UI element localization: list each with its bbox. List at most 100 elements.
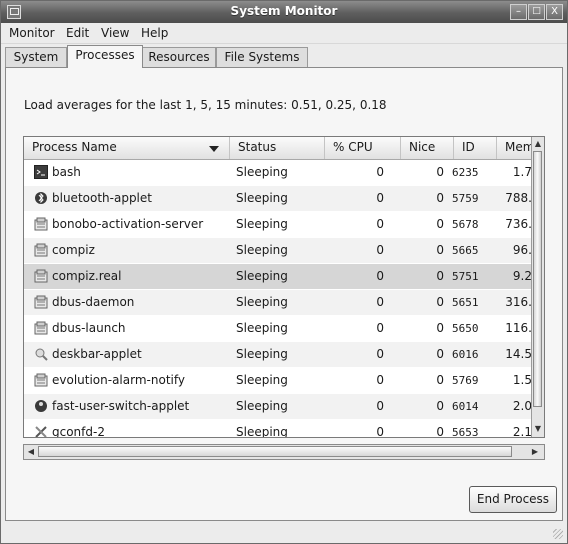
- scroll-left-icon[interactable]: ◀: [26, 446, 36, 458]
- table-row[interactable]: compiz.real Sleeping 0 0 5751 9.2: [24, 264, 532, 290]
- table-row[interactable]: fast-user-switch-applet Sleeping 0 0 6014 2.0: [24, 394, 532, 420]
- process-id: 5665: [452, 244, 479, 257]
- table-row[interactable]: bonobo-activation-server Sleeping 0 0 5678 73…: [24, 212, 532, 238]
- col-status[interactable]: Status: [230, 137, 325, 159]
- process-status: Sleeping: [236, 191, 288, 205]
- menu-monitor[interactable]: Monitor: [9, 26, 55, 40]
- scroll-up-icon[interactable]: ▲: [533, 138, 543, 150]
- table-row[interactable]: dbus-launch Sleeping 0 0 5650 116.: [24, 316, 532, 342]
- table-header: Process Name Status % CPU Nice ID Memo: [24, 137, 532, 160]
- tab-resources[interactable]: Resources: [142, 47, 216, 67]
- col-cpu[interactable]: % CPU: [325, 137, 401, 159]
- process-memory: 316.: [505, 295, 532, 309]
- table-row[interactable]: gconfd-2 Sleeping 0 0 5653 2.1: [24, 420, 532, 438]
- process-memory: 736.: [505, 217, 532, 231]
- process-status: Sleeping: [236, 321, 288, 335]
- processes-panel: Load averages for the last 1, 5, 15 minu…: [5, 67, 563, 521]
- process-id: 5678: [452, 218, 479, 231]
- user-icon: [34, 399, 48, 413]
- process-nice: 0: [436, 217, 444, 231]
- bluetooth-icon: [34, 191, 48, 205]
- process-memory: 2.0: [512, 399, 532, 413]
- end-process-button[interactable]: End Process: [469, 486, 557, 513]
- process-status: Sleeping: [236, 373, 288, 387]
- table-row[interactable]: bluetooth-applet Sleeping 0 0 5759 788.: [24, 186, 532, 212]
- process-name: compiz: [52, 243, 95, 257]
- process-name: bluetooth-applet: [52, 191, 152, 205]
- process-status: Sleeping: [236, 243, 288, 257]
- table-row[interactable]: evolution-alarm-notify Sleeping 0 0 5769 1.5: [24, 368, 532, 394]
- process-nice: 0: [436, 165, 444, 179]
- gear-icon: [34, 295, 48, 309]
- minimize-button[interactable]: –: [510, 4, 527, 20]
- vertical-scroll-thumb[interactable]: [533, 151, 542, 407]
- vertical-scrollbar[interactable]: ▲ ▼: [531, 137, 544, 437]
- col-process-name[interactable]: Process Name: [24, 137, 230, 159]
- col-memory[interactable]: Memo: [497, 137, 532, 159]
- process-cpu: 0: [376, 321, 384, 335]
- scroll-right-icon[interactable]: ▶: [530, 446, 540, 458]
- table-row[interactable]: bash Sleeping 0 0 6235 1.7: [24, 160, 532, 186]
- process-memory: 1.7: [512, 165, 532, 179]
- table-row[interactable]: compiz Sleeping 0 0 5665 96.: [24, 238, 532, 264]
- process-nice: 0: [436, 399, 444, 413]
- process-id: 5653: [452, 426, 479, 438]
- process-cpu: 0: [376, 243, 384, 257]
- process-id: 5650: [452, 322, 479, 335]
- process-memory: 788.: [505, 191, 532, 205]
- table-row[interactable]: deskbar-applet Sleeping 0 0 6016 14.5: [24, 342, 532, 368]
- menu-bar: Monitor Edit View Help: [1, 23, 567, 44]
- process-name: compiz.real: [52, 269, 122, 283]
- process-name: bash: [52, 165, 81, 179]
- process-cpu: 0: [376, 347, 384, 361]
- process-cpu: 0: [376, 217, 384, 231]
- process-table[interactable]: Process Name Status % CPU Nice ID Memo b…: [23, 136, 545, 438]
- process-cpu: 0: [376, 373, 384, 387]
- process-memory: 116.: [505, 321, 532, 335]
- terminal-icon: [34, 165, 48, 179]
- resize-grip[interactable]: [553, 529, 563, 539]
- process-cpu: 0: [376, 269, 384, 283]
- gear-icon: [34, 373, 48, 387]
- gear-icon: [34, 243, 48, 257]
- tab-processes[interactable]: Processes: [67, 45, 143, 68]
- process-name: fast-user-switch-applet: [52, 399, 190, 413]
- menu-help[interactable]: Help: [141, 26, 168, 40]
- horizontal-scroll-thumb[interactable]: [38, 446, 512, 457]
- close-button[interactable]: X: [546, 4, 563, 20]
- scroll-down-icon[interactable]: ▼: [533, 423, 543, 435]
- process-nice: 0: [436, 191, 444, 205]
- search-icon: [34, 347, 48, 361]
- process-status: Sleeping: [236, 399, 288, 413]
- process-cpu: 0: [376, 165, 384, 179]
- tools-icon: [34, 425, 48, 437]
- tab-system[interactable]: System: [5, 47, 67, 67]
- end-process-label: End Process: [476, 492, 550, 506]
- process-name: evolution-alarm-notify: [52, 373, 185, 387]
- process-cpu: 0: [376, 425, 384, 438]
- process-name: dbus-daemon: [52, 295, 135, 309]
- tab-file-systems[interactable]: File Systems: [216, 47, 308, 67]
- menu-edit[interactable]: Edit: [66, 26, 89, 40]
- process-status: Sleeping: [236, 217, 288, 231]
- process-nice: 0: [436, 373, 444, 387]
- process-name: dbus-launch: [52, 321, 126, 335]
- menu-view[interactable]: View: [101, 26, 129, 40]
- sort-down-icon: [209, 146, 219, 152]
- process-cpu: 0: [376, 399, 384, 413]
- col-id[interactable]: ID: [454, 137, 497, 159]
- horizontal-scrollbar[interactable]: ◀ ▶: [23, 444, 545, 460]
- process-memory: 96.: [512, 243, 532, 257]
- window-title: System Monitor: [230, 4, 338, 18]
- process-name: deskbar-applet: [52, 347, 142, 361]
- col-nice[interactable]: Nice: [401, 137, 454, 159]
- process-memory: 1.5: [512, 373, 532, 387]
- maximize-button[interactable]: □: [528, 4, 545, 20]
- title-bar[interactable]: System Monitor – □ X: [1, 1, 567, 23]
- process-name: bonobo-activation-server: [52, 217, 204, 231]
- process-id: 5759: [452, 192, 479, 205]
- table-row[interactable]: dbus-daemon Sleeping 0 0 5651 316.: [24, 290, 532, 316]
- process-nice: 0: [436, 295, 444, 309]
- process-id: 6016: [452, 348, 479, 361]
- process-rows: bash Sleeping 0 0 6235 1.7 bluetooth-applet Sle…: [24, 160, 532, 438]
